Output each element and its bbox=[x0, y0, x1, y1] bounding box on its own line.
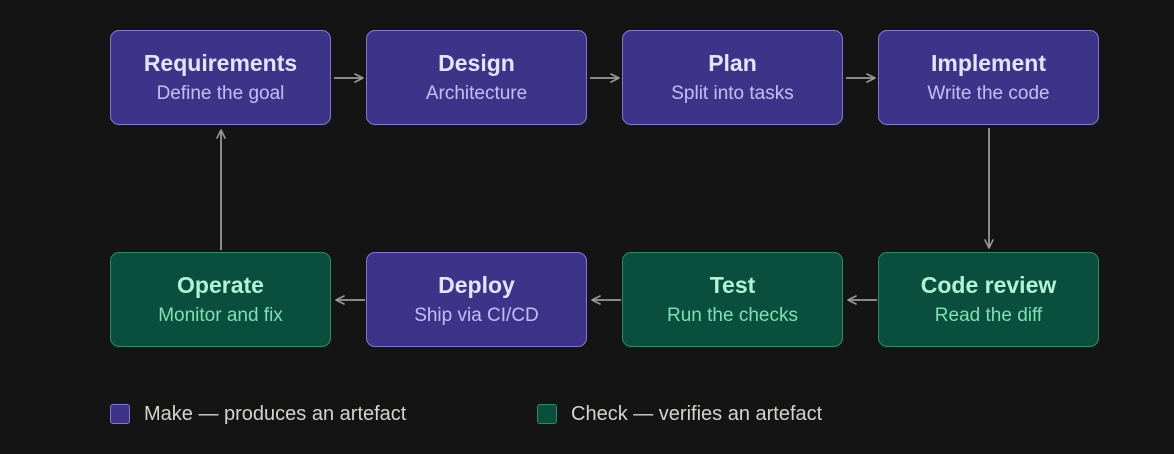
legend-swatch-check bbox=[537, 404, 557, 424]
node-subtitle: Write the code bbox=[927, 83, 1050, 104]
node-design: Design Architecture bbox=[366, 30, 587, 125]
node-code-review: Code review Read the diff bbox=[878, 252, 1099, 347]
legend-label-check: Check — verifies an artefact bbox=[571, 403, 823, 425]
node-title: Plan bbox=[708, 50, 757, 76]
node-subtitle: Split into tasks bbox=[671, 83, 794, 104]
node-subtitle: Read the diff bbox=[934, 305, 1043, 326]
node-title: Implement bbox=[930, 50, 1047, 76]
node-implement: Implement Write the code bbox=[878, 30, 1099, 125]
legend-label-make: Make — produces an artefact bbox=[144, 403, 407, 425]
node-title: Test bbox=[709, 272, 756, 298]
legend-item-check: Check — verifies an artefact bbox=[537, 402, 822, 426]
node-subtitle: Define the goal bbox=[156, 83, 285, 104]
node-title: Design bbox=[438, 50, 515, 76]
node-operate: Operate Monitor and fix bbox=[110, 252, 331, 347]
legend-swatch-make bbox=[110, 404, 130, 424]
node-title: Code review bbox=[920, 272, 1057, 298]
node-deploy: Deploy Ship via CI/CD bbox=[366, 252, 587, 347]
node-title: Operate bbox=[177, 272, 264, 298]
node-subtitle: Run the checks bbox=[667, 305, 798, 326]
node-title: Requirements bbox=[143, 50, 298, 76]
legend-item-make: Make — produces an artefact bbox=[110, 402, 406, 426]
node-subtitle: Ship via CI/CD bbox=[414, 305, 539, 326]
node-test: Test Run the checks bbox=[622, 252, 843, 347]
node-requirements: Requirements Define the goal bbox=[110, 30, 331, 125]
node-subtitle: Monitor and fix bbox=[158, 305, 283, 326]
node-plan: Plan Split into tasks bbox=[622, 30, 843, 125]
node-title: Deploy bbox=[438, 272, 515, 298]
node-subtitle: Architecture bbox=[425, 83, 528, 104]
